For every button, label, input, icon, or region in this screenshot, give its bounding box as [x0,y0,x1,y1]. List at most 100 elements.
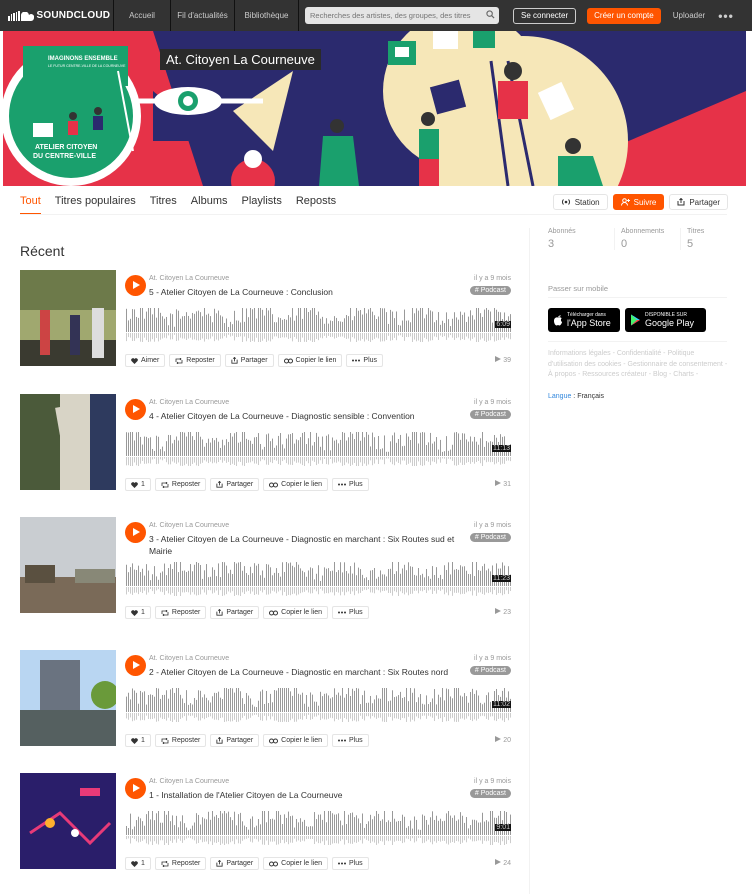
share-profile-button[interactable]: Partager [669,194,728,210]
follow-user-icon [620,198,630,206]
search-input[interactable] [310,11,486,20]
stat-followers[interactable]: Abonnés 3 [548,228,614,250]
app-store-text: l'App Store [567,318,611,328]
like-button[interactable]: 1 [125,857,151,870]
play-button[interactable] [125,399,146,420]
svg-text:IMAGINONS ENSEMBLE: IMAGINONS ENSEMBLE [48,56,118,62]
track-uploader[interactable]: At. Citoyen La Courneuve [149,399,229,406]
tab-reposts[interactable]: Reposts [296,195,336,215]
station-button[interactable]: Station [552,194,608,210]
play-count-icon [495,736,502,742]
track-tag[interactable]: # Podcast [469,410,511,419]
follow-button[interactable]: Suivre [612,194,665,210]
repost-button[interactable]: Reposter [154,857,207,870]
repost-button[interactable]: Reposter [169,354,221,367]
soundcloud-logo[interactable]: SOUNDCLOUD [0,0,113,31]
more-label: Plus [349,609,363,616]
nav-library[interactable]: Bibliothèque [235,0,299,31]
play-button[interactable] [125,778,146,799]
language-selector[interactable]: Langue : Français [548,393,604,400]
copy-link-button[interactable]: Copier le lien [277,354,343,367]
repost-button[interactable]: Reposter [154,734,207,747]
track-artwork[interactable] [20,773,116,869]
like-button[interactable]: 1 [125,734,151,747]
repost-icon [161,609,169,616]
tab-tracks[interactable]: Titres [150,195,177,215]
track-uploader[interactable]: At. Citoyen La Courneuve [149,655,229,662]
create-account-button[interactable]: Créer un compte [587,7,661,24]
stat-following[interactable]: Abonnements 0 [614,228,680,250]
more-button[interactable]: Plus [332,606,369,619]
track-tag[interactable]: # Podcast [469,666,511,675]
share-icon [216,481,223,488]
login-button[interactable]: Se connecter [513,7,577,24]
track-waveform[interactable] [126,688,511,722]
upload-link[interactable]: Uploader [673,11,705,20]
more-button[interactable]: Plus [332,734,369,747]
track-title[interactable]: 3 - Atelier Citoyen de La Courneuve - Di… [149,533,469,557]
track-date: il y a 9 mois [474,275,511,282]
track-title[interactable]: 2 - Atelier Citoyen de La Courneuve - Di… [149,666,469,678]
like-button[interactable]: Aimer [125,354,166,367]
track-date: il y a 9 mois [474,778,511,785]
track-artwork[interactable] [20,394,116,490]
play-button[interactable] [125,522,146,543]
track-tag[interactable]: # Podcast [469,789,511,798]
play-button[interactable] [125,655,146,676]
tab-popular-tracks[interactable]: Titres populaires [55,195,136,215]
track-waveform[interactable] [126,432,511,466]
google-play-badge[interactable]: DISPONIBLE SUR Google Play [625,308,706,332]
track-waveform[interactable] [126,562,511,596]
track-title[interactable]: 5 - Atelier Citoyen de La Courneuve : Co… [149,286,469,298]
copy-link-button[interactable]: Copier le lien [263,606,329,619]
copy-link-button[interactable]: Copier le lien [263,478,329,491]
search-icon[interactable] [486,10,495,19]
track-artwork[interactable] [20,650,116,746]
track-tag[interactable]: # Podcast [469,286,511,295]
copy-link-label: Copier le lien [281,481,323,488]
like-button[interactable]: 1 [125,478,151,491]
copy-link-label: Copier le lien [281,737,323,744]
track-uploader[interactable]: At. Citoyen La Courneuve [149,778,229,785]
more-button[interactable]: Plus [332,478,369,491]
repost-button[interactable]: Reposter [154,478,207,491]
more-button[interactable]: Plus [346,354,384,367]
tab-all[interactable]: Tout [20,195,41,215]
track-waveform[interactable] [126,308,511,342]
more-button[interactable]: Plus [332,857,369,870]
share-button[interactable]: Partager [210,734,260,747]
share-button[interactable]: Partager [210,478,260,491]
repost-button[interactable]: Reposter [154,606,207,619]
track-waveform[interactable] [126,811,511,845]
link-icon [269,610,279,615]
copy-link-button[interactable]: Copier le lien [263,857,329,870]
apple-icon [554,315,562,326]
more-menu-icon[interactable]: ••• [718,9,734,23]
track-artwork[interactable] [20,270,116,366]
heart-icon [131,860,138,867]
track-title[interactable]: 1 - Installation de l'Atelier Citoyen de… [149,789,469,801]
app-store-badge[interactable]: Télécharger dans l'App Store [548,308,620,332]
track-title[interactable]: 4 - Atelier Citoyen de La Courneuve - Di… [149,410,469,422]
tab-albums[interactable]: Albums [191,195,228,215]
share-icon [216,860,223,867]
track-uploader[interactable]: At. Citoyen La Courneuve [149,522,229,529]
track-uploader[interactable]: At. Citoyen La Courneuve [149,275,229,282]
share-button[interactable]: Partager [210,857,260,870]
link-icon [269,482,279,487]
play-button[interactable] [125,275,146,296]
track-play-count: 39 [495,356,511,364]
link-icon [269,738,279,743]
like-button[interactable]: 1 [125,606,151,619]
copy-link-button[interactable]: Copier le lien [263,734,329,747]
nav-feed[interactable]: Fil d'actualités [171,0,235,31]
nav-home[interactable]: Accueil [113,0,171,31]
stat-tracks[interactable]: Titres 5 [680,228,746,250]
share-button[interactable]: Partager [210,606,260,619]
profile-stats: Abonnés 3 Abonnements 0 Titres 5 [548,228,746,250]
track-tag[interactable]: # Podcast [469,533,511,542]
track-artwork[interactable] [20,517,116,613]
share-button[interactable]: Partager [224,354,274,367]
tab-playlists[interactable]: Playlists [241,195,281,215]
legal-links[interactable]: Informations légales - Confidentialité -… [548,349,728,381]
